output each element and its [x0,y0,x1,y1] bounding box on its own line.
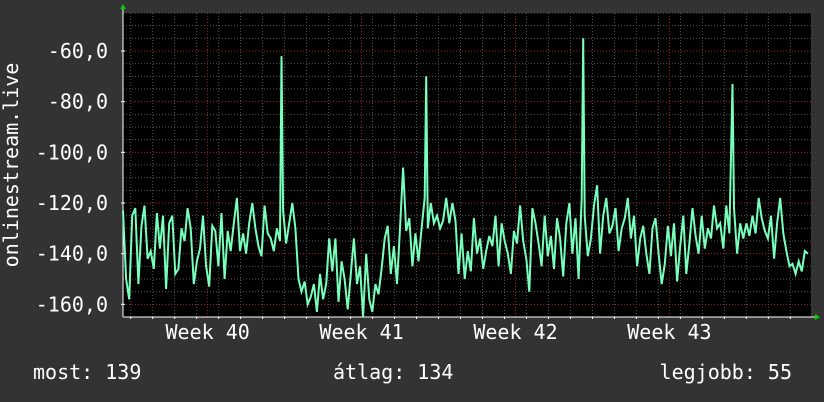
chart: -160,0 -140,0 -120,0 -100,0 -80,0 -60,0 Week … [0,4,820,344]
y-tick-labels: -160,0 -140,0 -120,0 -100,0 -80,0 -60,0 [36,39,108,316]
x-tick-label: Week 40 [166,320,250,344]
stat-current: most: 139 [33,360,142,384]
y-tick-label: -120,0 [36,191,108,215]
x-tick-labels: Week 40 Week 41 Week 42 Week 43 [166,320,712,344]
x-axis-arrow [815,314,820,320]
y-tick-label: -80,0 [48,90,108,114]
x-tick-label: Week 42 [473,320,557,344]
y-tick-label: -100,0 [36,140,108,164]
stat-best: legjobb: 55 [659,360,792,384]
plot-area [123,13,811,317]
y-axis-label: onlinestream.live [0,63,23,268]
x-tick-label: Week 43 [627,320,711,344]
stat-average: átlag: 134 [333,360,454,384]
y-tick-label: -140,0 [36,242,108,266]
x-tick-label: Week 41 [319,320,403,344]
y-axis-arrow [120,4,126,9]
y-tick-label: -60,0 [48,39,108,63]
y-tick-label: -160,0 [36,292,108,316]
